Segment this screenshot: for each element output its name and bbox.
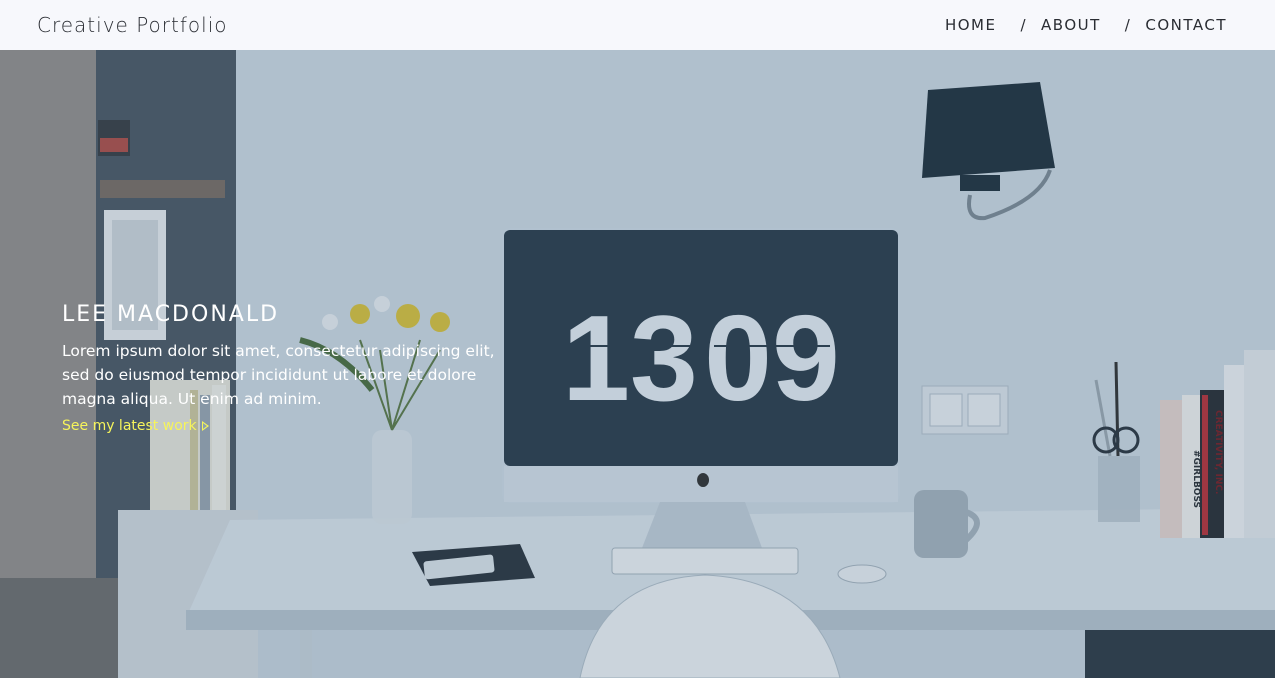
hero-intro: LEE MACDONALD Lorem ipsum dolor sit amet… <box>62 302 522 434</box>
nav-home-link[interactable]: HOME <box>945 16 997 34</box>
hero-section: 13 09 CREATIVITY, INC. #GIRLBOSS LEE MAC… <box>0 50 1275 678</box>
main-nav: HOME / ABOUT / CONTACT <box>945 16 1227 34</box>
hero-lead: Lorem ipsum dolor sit amet, consectetur … <box>62 342 495 408</box>
latest-work-link[interactable]: See my latest work <box>62 418 209 434</box>
site-brand[interactable]: Creative Portfolio <box>37 13 227 37</box>
latest-work-label: See my latest work <box>62 418 197 434</box>
nav-separator: / <box>1124 16 1132 34</box>
play-arrow-icon <box>201 421 209 431</box>
nav-contact-link[interactable]: CONTACT <box>1145 16 1227 34</box>
hero-name: LEE MACDONALD <box>62 302 280 327</box>
nav-separator: / <box>1020 16 1028 34</box>
nav-about-link[interactable]: ABOUT <box>1041 16 1101 34</box>
top-navbar: Creative Portfolio HOME / ABOUT / CONTAC… <box>0 0 1275 50</box>
